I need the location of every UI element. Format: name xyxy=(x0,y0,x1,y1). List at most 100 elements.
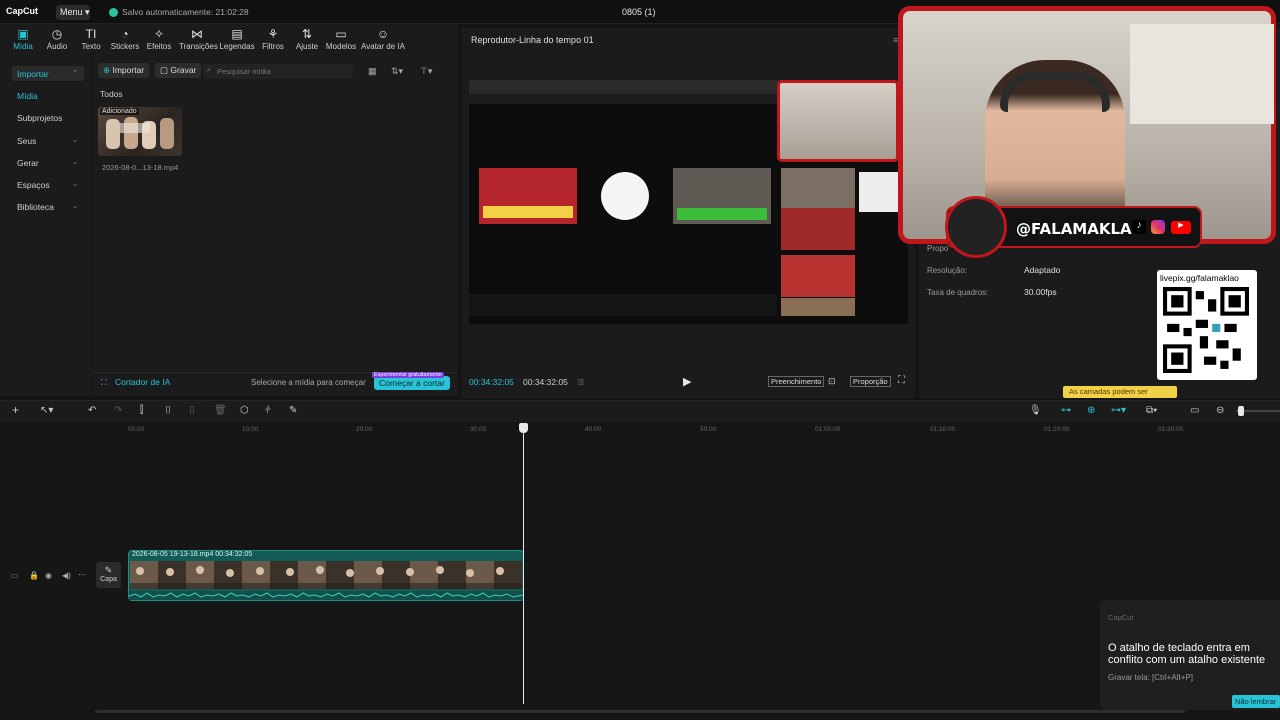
sidebar-item-label: Seus xyxy=(17,136,37,146)
undo-icon[interactable]: ↶ xyxy=(88,405,96,416)
toolbar-effects[interactable]: ✧ Efeitos xyxy=(141,28,177,52)
grid-view-icon[interactable]: ▦ xyxy=(368,66,377,77)
autosave-check-icon xyxy=(109,8,118,17)
toolbar-ai-avatar[interactable]: ☺ Avatar de IA xyxy=(360,27,406,52)
toolbar-text[interactable]: TI Texto xyxy=(73,28,109,52)
instagram-icon xyxy=(1151,220,1165,234)
framerate-value[interactable]: 30.00fps xyxy=(1024,287,1057,297)
toolbar-audio[interactable]: ◷ Áudio xyxy=(39,28,75,52)
timeline-ruler[interactable] xyxy=(0,422,1280,436)
wall-light xyxy=(1130,24,1274,124)
search-input[interactable]: Pesquisar mídia xyxy=(203,64,353,79)
dont-remember-button[interactable]: Não lembrar xyxy=(1232,695,1280,708)
marker-icon[interactable]: ⬡ xyxy=(240,405,249,416)
toolbar-stickers[interactable]: ◔ Stickers xyxy=(107,28,143,52)
track-type-icon: ▭ xyxy=(11,571,19,580)
snap-icon[interactable]: ⧉▾ xyxy=(1146,405,1157,416)
sidebar-item-spaces[interactable]: Espaços ⌄ xyxy=(12,177,84,192)
adjust-icon: ⇅ xyxy=(301,27,313,41)
fill-button[interactable]: Preenchimento xyxy=(768,376,825,387)
fullscreen-icon[interactable]: ⛶ xyxy=(898,375,905,386)
split-left-icon[interactable]: ⌷ xyxy=(165,405,171,416)
import-label: Importar xyxy=(112,65,145,75)
redo-icon[interactable]: ↷ xyxy=(114,405,122,416)
freeze-icon[interactable]: ⫩ xyxy=(265,405,271,416)
aspect-label-partial: Propo xyxy=(927,244,949,253)
toolbar-captions[interactable]: ▤ Legendas xyxy=(219,28,255,52)
filters-icon: ⚘ xyxy=(267,27,279,41)
toolbar-label: Efeitos xyxy=(146,42,172,51)
crop-icon[interactable]: ⊡ xyxy=(828,376,836,387)
sort-icon[interactable]: ⇅▾ xyxy=(391,66,403,77)
sidebar-item-library[interactable]: Biblioteca ⌄ xyxy=(12,199,84,214)
chevron-up-icon: ⌃ xyxy=(72,70,78,77)
sidebar-item-media[interactable]: Mídia xyxy=(12,88,84,103)
transitions-icon: ⋈ xyxy=(191,27,203,41)
eye-icon[interactable]: ◉ xyxy=(45,571,52,580)
autosave-status: Salvo automaticamente: 21:02:28 xyxy=(122,7,249,17)
ruler-tick: 01:00:00 xyxy=(815,426,841,433)
zoom-handle[interactable] xyxy=(1238,406,1244,416)
total-time: 00:34:32:05 xyxy=(523,377,568,387)
link-icon[interactable]: ⊕ xyxy=(1087,405,1095,416)
select-tool-icon[interactable]: ↖▾ xyxy=(40,405,53,416)
timecode-icon[interactable]: ▥ xyxy=(577,377,585,386)
toolbar-media[interactable]: ▣ Mídia xyxy=(5,27,41,52)
framerate-label: Taxa de quadros: xyxy=(927,288,989,297)
lock-icon[interactable]: 🔒 xyxy=(29,571,39,580)
zoom-out-icon[interactable]: ⊖ xyxy=(1216,405,1224,416)
playhead[interactable] xyxy=(523,424,524,704)
toolbar-label: Avatar de IA xyxy=(361,42,405,51)
edit-icon: ✎ xyxy=(104,565,113,575)
toolbar-templates[interactable]: ▭ Modelos xyxy=(323,28,359,52)
cover-label: Capa xyxy=(100,576,117,583)
sidebar-item-label: Espaços xyxy=(17,180,50,190)
ruler-tick: 20:00 xyxy=(356,426,373,433)
volume-icon[interactable]: ◀) xyxy=(62,571,71,580)
preview-axis-icon[interactable]: ⊶▾ xyxy=(1111,405,1126,416)
delete-icon[interactable]: 🗑 xyxy=(214,405,227,416)
filter-icon[interactable]: ⊤▾ xyxy=(420,66,432,77)
magnet-icon[interactable]: ⊶ xyxy=(1061,405,1071,416)
filter-all-label: Todos xyxy=(100,89,123,99)
channel-avatar xyxy=(945,196,1007,258)
toolbar-label: Filtros xyxy=(262,42,284,51)
split-icon[interactable]: ⫿ xyxy=(140,405,143,416)
play-icon[interactable]: ▶ xyxy=(683,375,691,388)
split-right-icon[interactable]: ⌷ xyxy=(189,405,195,416)
playhead-handle[interactable] xyxy=(519,423,528,433)
chevron-down-icon: ⌄ xyxy=(72,159,78,166)
ruler-tick: 50:00 xyxy=(700,426,717,433)
sidebar-item-subprojects[interactable]: Subprojetos xyxy=(12,110,84,125)
ratio-button[interactable]: Proporção xyxy=(850,376,891,387)
start-cutting-button[interactable]: Começar a cortar xyxy=(374,376,450,390)
more-icon[interactable]: ⋯ xyxy=(78,570,86,579)
record-label: Gravar xyxy=(170,65,197,75)
channel-handle: @FALAMAKLAO xyxy=(1016,220,1145,238)
project-title: 0805 (1) xyxy=(622,7,656,17)
media-sidebar xyxy=(0,56,90,396)
menu-button[interactable]: Menu ▾ xyxy=(56,5,90,20)
cover-button[interactable]: ✎ Capa xyxy=(96,562,121,588)
timeline-scrollbar[interactable] xyxy=(95,710,1185,713)
free-trial-tag: Experimentar gratuitamente xyxy=(372,372,444,378)
toolbar-filters[interactable]: ⚘ Filtros xyxy=(255,27,291,52)
add-track-icon[interactable]: + xyxy=(12,403,19,417)
resolution-value[interactable]: Adaptado xyxy=(1024,265,1060,275)
ruler-tick: 40:00 xyxy=(585,426,602,433)
sidebar-item-generate[interactable]: Gerar ⌄ xyxy=(12,155,84,170)
ruler-tick: 00:00 xyxy=(128,426,145,433)
sidebar-item-yours[interactable]: Seus ⌄ xyxy=(12,133,84,148)
import-button[interactable]: ⊕ Importar xyxy=(98,63,150,78)
toolbar-adjust[interactable]: ⇅ Ajuste xyxy=(289,27,325,52)
sidebar-item-import[interactable]: Importar ⌃ xyxy=(12,66,84,81)
toolbar-transitions[interactable]: ⋈ Transições xyxy=(179,27,218,52)
toolbar-label: Ajuste xyxy=(295,42,319,51)
media-icon: ▣ xyxy=(17,27,29,41)
ai-avatar-icon: ☺ xyxy=(376,27,390,41)
media-filename: 2026-08-0...13-18.mp4 xyxy=(102,163,179,172)
record-button[interactable]: ▢ Gravar xyxy=(155,63,202,78)
auto-reframe-icon[interactable]: ✎ xyxy=(289,405,297,416)
microphone-icon[interactable]: 🎙 xyxy=(1029,405,1042,416)
caption-toggle-icon[interactable]: ▭ xyxy=(1190,405,1199,416)
